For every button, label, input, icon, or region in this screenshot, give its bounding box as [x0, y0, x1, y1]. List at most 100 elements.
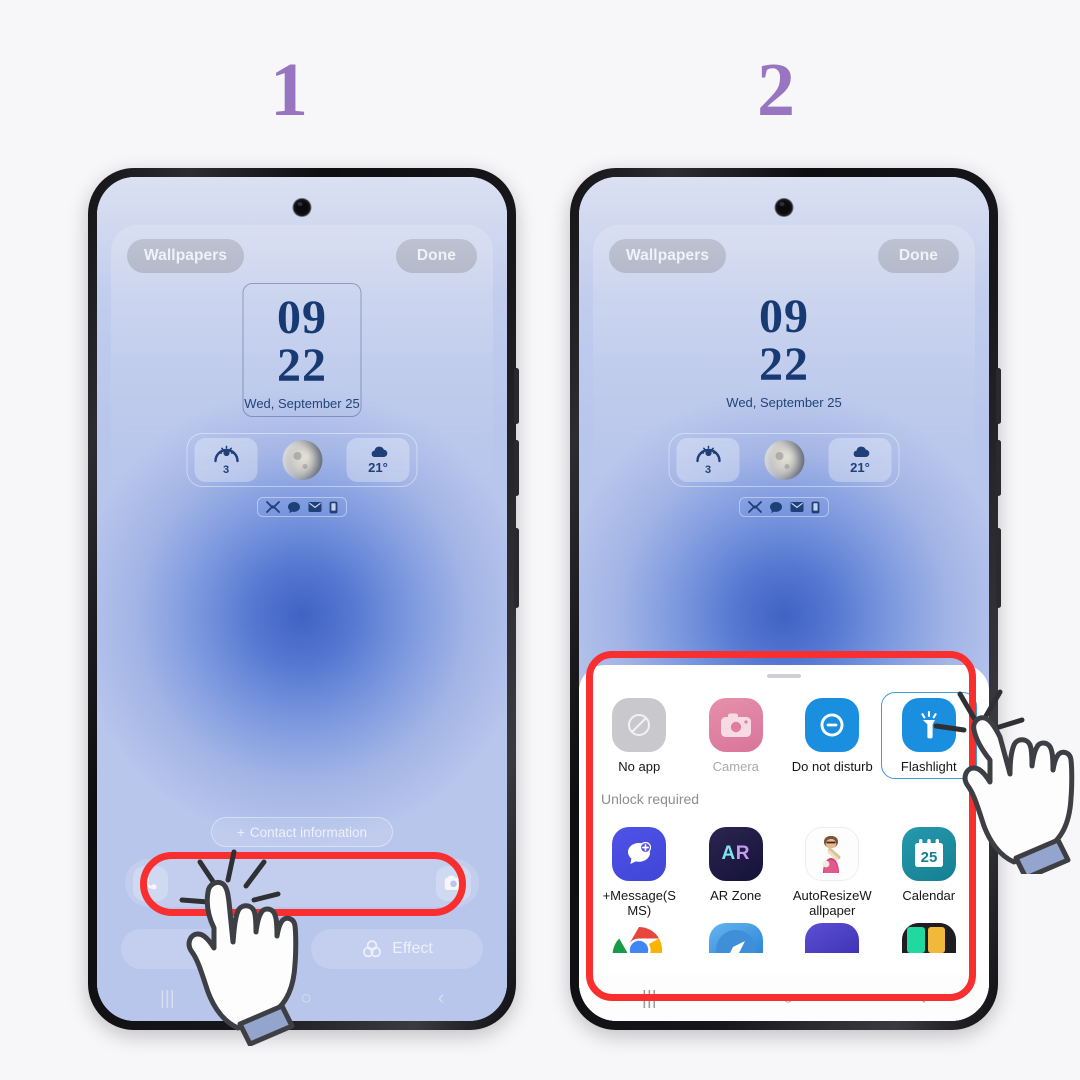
purple-app-icon	[805, 922, 860, 953]
app-label-do-not-disturb: Do not disturb	[791, 759, 873, 774]
navigation-bar-2: ||| ○ ‹	[579, 975, 989, 1021]
app-cell-purple[interactable]	[784, 922, 881, 953]
calendar-icon: 25	[901, 826, 956, 881]
step-number-1: 1	[270, 48, 308, 132]
notification-icons-row[interactable]	[257, 497, 347, 517]
lockscreen-widget-strip-2[interactable]: 3 21°	[668, 433, 900, 487]
ar-letter-a: A	[721, 842, 736, 864]
colorful-app-icon	[901, 922, 956, 953]
weather-widget[interactable]: 21°	[346, 438, 410, 482]
clock-hours: 09	[277, 291, 327, 344]
effect-button[interactable]: Effect	[311, 929, 483, 969]
chat-icon	[288, 501, 300, 513]
ar-letter-r: R	[735, 842, 750, 864]
app-label-plus-message: +Message(SMS)	[602, 887, 676, 918]
home-button-2[interactable]: ○	[782, 989, 793, 1008]
moon-phase-icon	[282, 440, 322, 480]
phone-device-icon-2	[811, 501, 820, 513]
mail-icon	[308, 502, 322, 512]
recents-button[interactable]: |||	[160, 989, 175, 1008]
clock-date-2: Wed, September 25	[726, 395, 842, 411]
app-label-autoresize-wallpaper: AutoResizeWallpaper	[792, 887, 872, 918]
temperature-value-2: 21°	[850, 460, 870, 475]
phone-mockup-step-2: Wallpapers Done 09 22 Wed, September 25	[570, 168, 1001, 1030]
moon-phase-widget-2[interactable]	[753, 438, 816, 482]
plus-icon: +	[237, 824, 245, 840]
front-camera-icon	[293, 199, 311, 216]
cloud-icon	[371, 446, 387, 457]
browser-icon	[708, 922, 763, 953]
lockscreen-widget-strip[interactable]: 3 21°	[186, 433, 418, 487]
contact-information-label: Contact information	[249, 824, 367, 840]
weather-widget-2[interactable]: 21°	[828, 438, 892, 482]
volume-up-button-2[interactable]	[996, 368, 1001, 424]
autoresize-wallpaper-icon	[805, 826, 860, 881]
uv-index-widget-2[interactable]: 3	[676, 438, 740, 482]
app-cell-autoresize-wallpaper[interactable]: AutoResizeWallpaper	[784, 821, 881, 923]
phone-device-icon	[329, 501, 338, 513]
uv-gauge-icon	[211, 444, 241, 463]
shortcut-app-grid-row3-partial	[579, 922, 989, 953]
clock-hours-2: 09	[759, 290, 809, 343]
shortcut-app-grid-row2: +Message(SMS) AR AR Zone AutoResizeWallp…	[579, 807, 989, 923]
front-camera-icon-2	[775, 199, 793, 216]
app-cell-colorful[interactable]	[881, 922, 978, 953]
app-label-calendar: Calendar	[902, 887, 956, 903]
app-label-ar-zone: AR Zone	[710, 887, 762, 903]
uv-index-widget[interactable]: 3	[194, 438, 258, 482]
no-app-icon	[612, 698, 667, 752]
power-button[interactable]	[514, 528, 519, 608]
temperature-value: 21°	[368, 460, 388, 475]
notification-icons-row-2[interactable]	[739, 497, 829, 517]
clock-date: Wed, September 25	[244, 396, 360, 412]
recents-button-2[interactable]: |||	[642, 989, 657, 1008]
clock-minutes-2: 22	[759, 337, 809, 391]
unlock-required-section-label: Unlock required	[601, 790, 700, 807]
hand-cursor-1	[186, 879, 299, 1046]
calendar-day-number: 25	[920, 849, 937, 866]
step-number-2: 2	[757, 48, 795, 132]
app-label-no-app: No app	[618, 759, 661, 774]
app-cell-no-app[interactable]: No app	[591, 692, 688, 779]
camera-icon	[708, 698, 763, 752]
volume-down-button[interactable]	[514, 440, 519, 496]
phone-shortcut-icon[interactable]	[133, 865, 168, 901]
app-cell-do-not-disturb[interactable]: Do not disturb	[784, 692, 881, 779]
chrome-icon	[612, 922, 667, 953]
mail-icon-2	[790, 502, 804, 512]
volume-up-button[interactable]	[514, 368, 519, 424]
app-cell-browser[interactable]	[688, 922, 785, 953]
ar-zone-icon: AR	[708, 826, 763, 881]
phone-screen-2: Wallpapers Done 09 22 Wed, September 25	[579, 177, 989, 1021]
back-button-2[interactable]: ‹	[920, 989, 926, 1008]
back-button[interactable]: ‹	[438, 989, 444, 1008]
uv-gauge-icon-2	[693, 444, 723, 463]
clock-widget-2[interactable]: 09 22 Wed, September 25	[725, 283, 844, 415]
clock-widget[interactable]: 09 22 Wed, September 25	[242, 283, 362, 418]
volume-down-button-2[interactable]	[996, 440, 1001, 496]
effect-label: Effect	[392, 940, 433, 957]
tutorial-canvas: 1 2 Wallpapers Done 09 22 Wed, September…	[0, 0, 1080, 1080]
moon-phase-widget[interactable]	[271, 438, 334, 482]
contact-information-button[interactable]: + Contact information	[211, 817, 393, 847]
app-cell-camera[interactable]: Camera	[688, 692, 785, 779]
app-cell-plus-message[interactable]: +Message(SMS)	[591, 821, 688, 923]
plus-message-icon	[612, 826, 667, 881]
power-button-2[interactable]	[996, 528, 1001, 608]
effect-icon	[363, 940, 382, 958]
app-picker-sheet: No app Camera Do not disturb Flashlight …	[579, 665, 989, 1021]
uv-index-value: 3	[222, 464, 230, 476]
camera-shortcut-icon[interactable]	[436, 865, 471, 901]
cloud-icon-2	[853, 446, 869, 457]
uv-index-value-2: 3	[704, 464, 712, 476]
chat-icon-2	[770, 501, 782, 513]
people-icon	[266, 500, 280, 513]
app-label-camera: Camera	[712, 759, 759, 774]
people-icon-2	[748, 500, 762, 513]
shortcut-app-grid-row1: No app Camera Do not disturb Flashlight	[579, 678, 989, 779]
clock-minutes: 22	[277, 338, 327, 392]
do-not-disturb-icon	[805, 698, 860, 752]
app-cell-chrome[interactable]	[591, 922, 688, 953]
app-cell-ar-zone[interactable]: AR AR Zone	[688, 821, 785, 923]
moon-phase-icon-2	[764, 440, 804, 480]
